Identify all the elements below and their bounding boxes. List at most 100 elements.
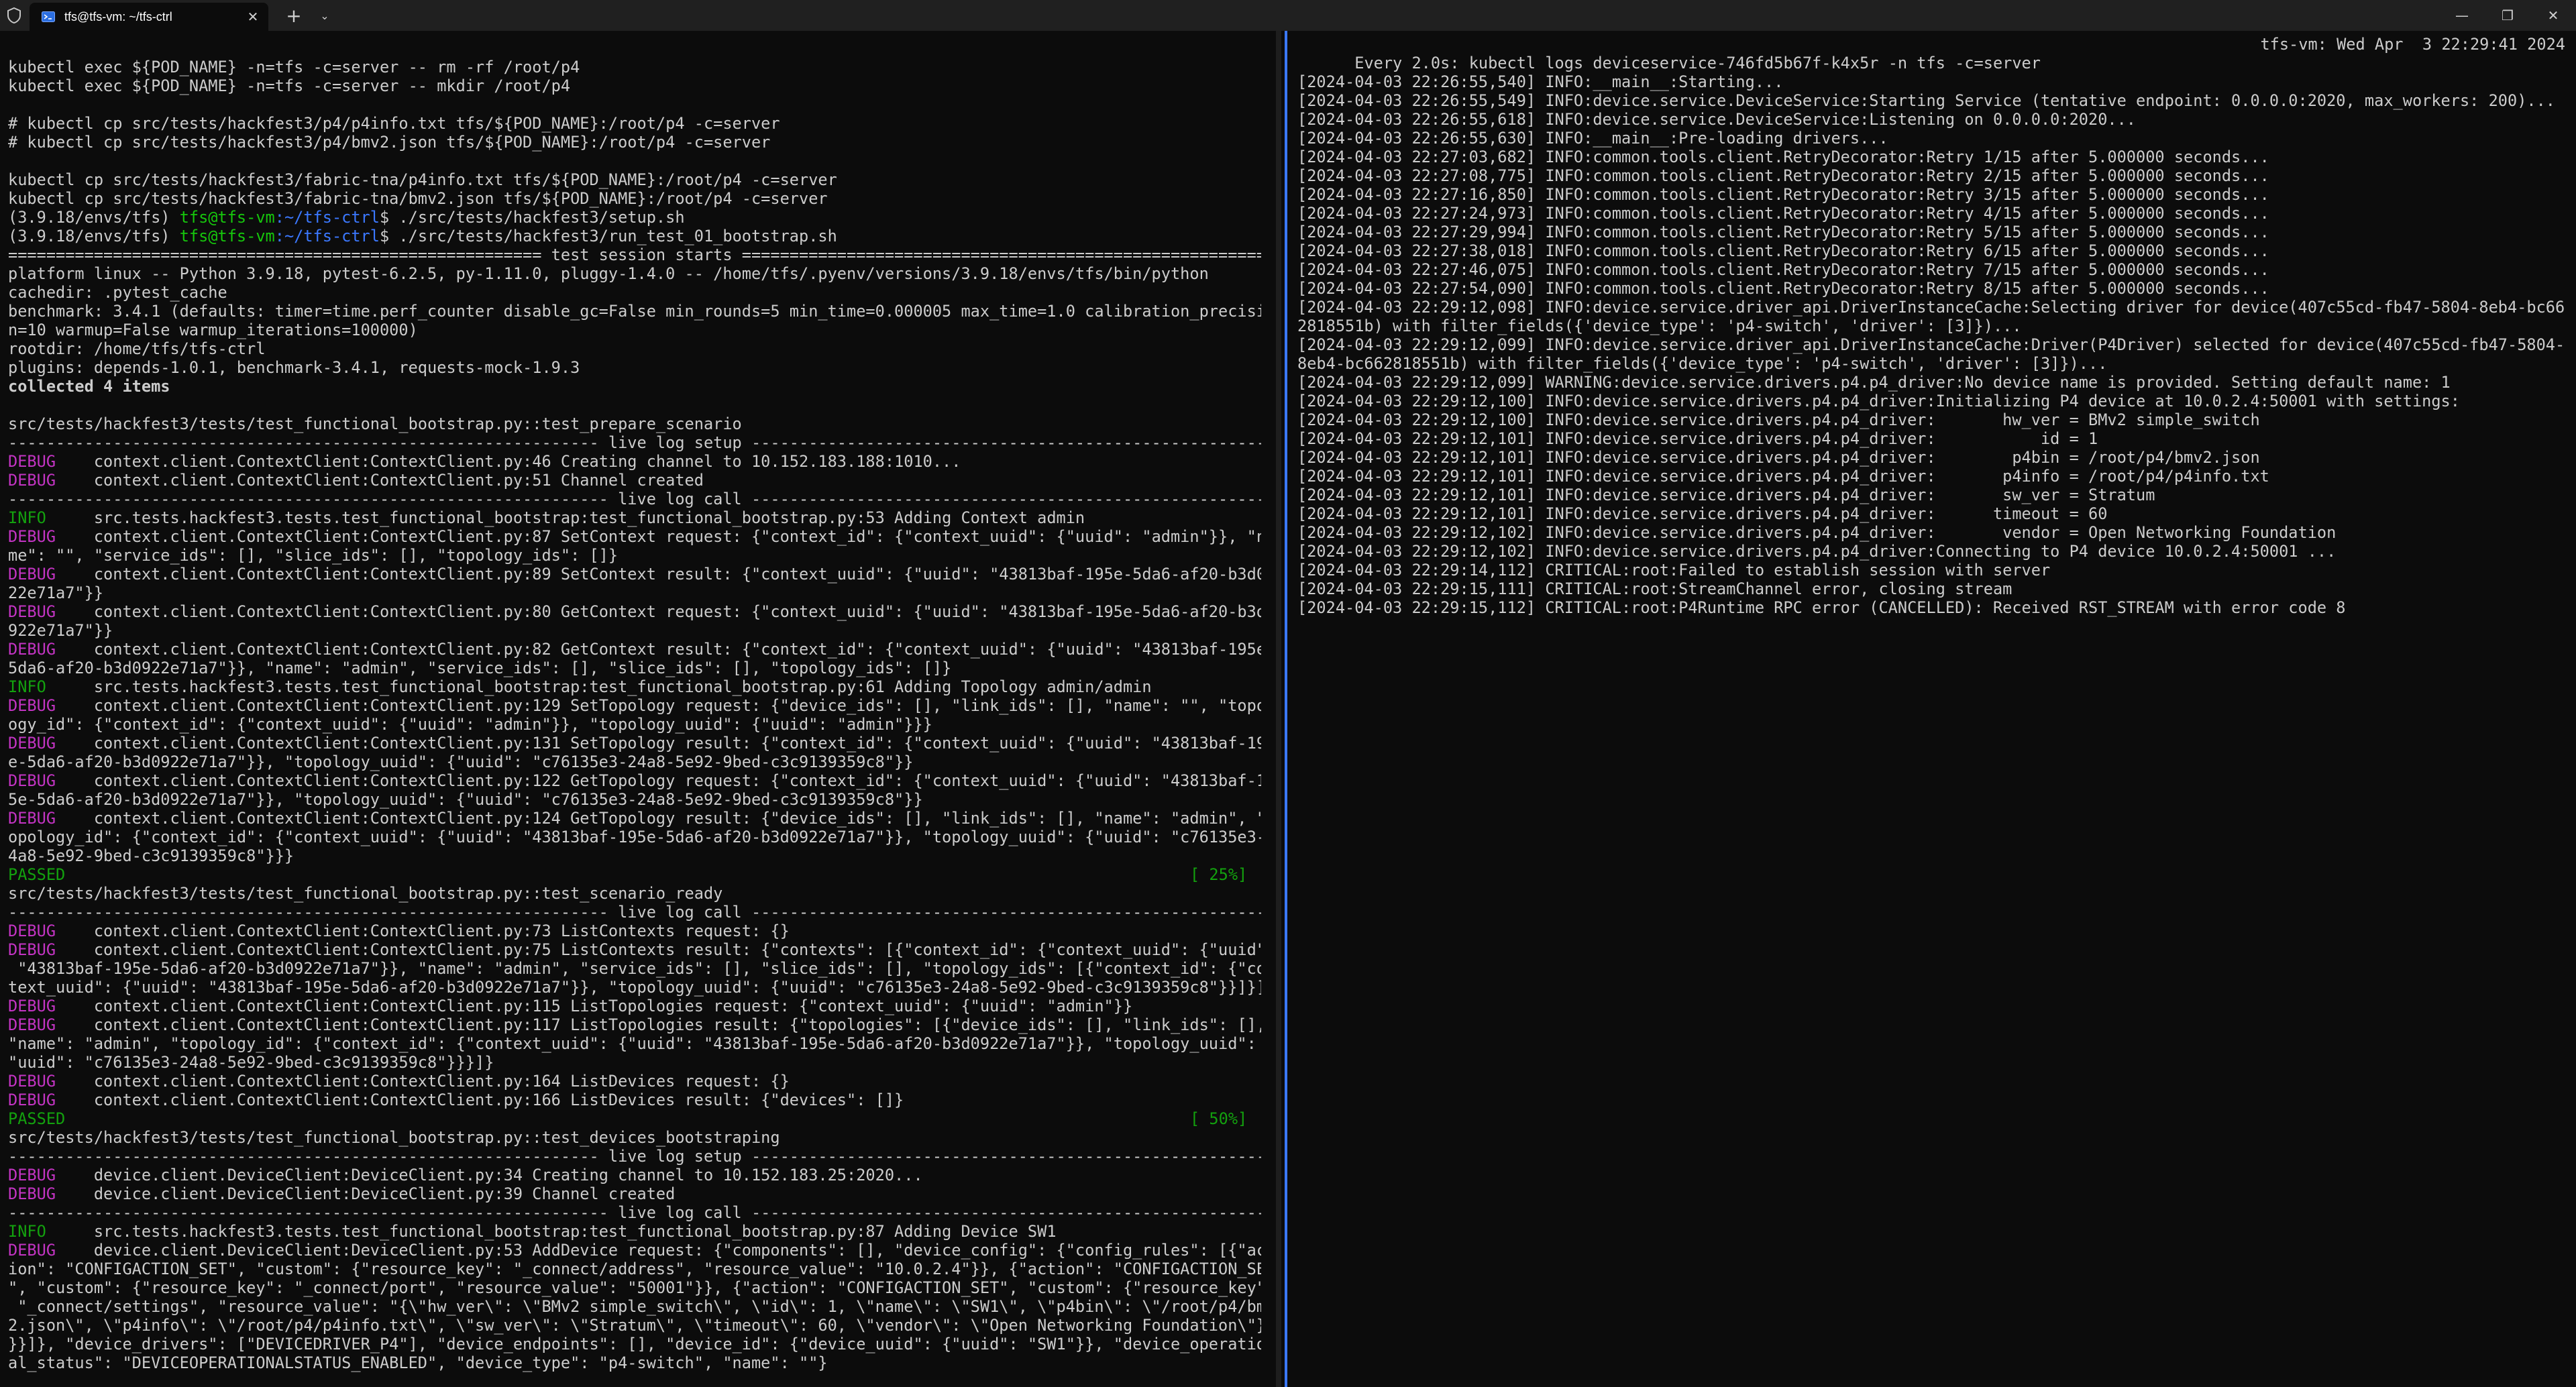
log-line: [2024-04-03 22:29:12,101] INFO:device.se… — [1297, 467, 2269, 486]
prompt-path: :~/tfs-ctrl — [274, 208, 380, 227]
terminal-line: DEBUG context.client.ContextClient:Conte… — [8, 640, 1261, 659]
log-text: ", "custom": {"resource_key": "_connect/… — [8, 1278, 1261, 1297]
log-level: INFO — [8, 677, 46, 696]
log-text: context.client.ContextClient:ContextClie… — [56, 471, 704, 490]
terminal-line: INFO src.tests.hackfest3.tests.test_func… — [8, 1222, 1261, 1241]
log-level: DEBUG — [8, 771, 56, 790]
log-text: src/tests/hackfest3/tests/test_functiona… — [8, 1128, 780, 1147]
terminal-line: 2.json\", \"p4info\": \"/root/p4/p4info.… — [8, 1316, 1261, 1335]
close-button[interactable]: ✕ — [2530, 0, 2576, 31]
minimize-button[interactable]: — — [2439, 0, 2485, 31]
restore-button[interactable]: ❐ — [2485, 0, 2530, 31]
left-terminal-pane[interactable]: kubectl exec ${POD_NAME} -n=tfs -c=serve… — [0, 31, 1283, 1387]
log-text: context.client.ContextClient:ContextClie… — [56, 771, 1261, 790]
log-line: [2024-04-03 22:29:12,100] INFO:device.se… — [1297, 410, 2260, 429]
prompt-user: tfs@tfs-vm — [179, 208, 275, 227]
log-text: # kubectl cp src/tests/hackfest3/p4/p4in… — [8, 114, 780, 133]
log-text: 2.json\", \"p4info\": \"/root/p4/p4info.… — [8, 1316, 1261, 1335]
log-text: src.tests.hackfest3.tests.test_functiona… — [46, 508, 1085, 527]
terminal-line: (3.9.18/envs/tfs) tfs@tfs-vm:~/tfs-ctrl$… — [8, 208, 1261, 227]
terminal-line: 22e71a7"}} — [8, 584, 1261, 602]
log-line: [2024-04-03 22:29:12,101] INFO:device.se… — [1297, 486, 2155, 504]
pane-divider-line — [1285, 31, 1287, 1387]
log-text: "uuid": "c76135e3-24a8-5e92-9bed-c3c9139… — [8, 1053, 494, 1072]
terminal-line: (3.9.18/envs/tfs) tfs@tfs-vm:~/tfs-ctrl$… — [8, 227, 1261, 245]
window-titlebar: tfs@tfs-vm: ~/tfs-ctrl ✕ + ⌄ — ❐ ✕ — [0, 0, 2576, 31]
log-line: 2818551b) with filter_fields({'device_ty… — [1297, 317, 2022, 335]
log-line: [2024-04-03 22:26:55,630] INFO:__main__:… — [1297, 129, 1888, 148]
terminal-line: collected 4 items — [8, 377, 1261, 396]
log-text: 22e71a7"}} — [8, 584, 104, 602]
terminal-line: al_status": "DEVICEOPERATIONALSTATUS_ENA… — [8, 1353, 1261, 1372]
terminal-line: ----------------------------------------… — [8, 1203, 1261, 1222]
new-tab-button[interactable]: + — [282, 5, 306, 27]
log-text: ----------------------------------------… — [8, 490, 1261, 508]
log-text: collected 4 items — [8, 377, 170, 396]
log-text: device.client.DeviceClient:DeviceClient.… — [56, 1184, 676, 1203]
terminal-line: }}]}, "device_drivers": ["DEVICEDRIVER_P… — [8, 1335, 1261, 1353]
terminal-line: opology_id": {"context_id": {"context_uu… — [8, 828, 1261, 846]
terminal-line: 4a8-5e92-9bed-c3c9139359c8"}}} — [8, 846, 1261, 865]
log-level: DEBUG — [8, 696, 56, 715]
log-text: src/tests/hackfest3/tests/test_functiona… — [8, 884, 723, 903]
log-text: }}]}, "device_drivers": ["DEVICEDRIVER_P… — [8, 1335, 1261, 1353]
terminal-line: ----------------------------------------… — [8, 433, 1261, 452]
log-line: [2024-04-03 22:27:46,075] INFO:common.to… — [1297, 260, 2269, 279]
log-line: [2024-04-03 22:27:54,090] INFO:common.to… — [1297, 279, 2269, 298]
terminal-line: DEBUG context.client.ContextClient:Conte… — [8, 771, 1261, 790]
pane-divider[interactable] — [1283, 31, 1289, 1387]
terminal-line: DEBUG device.client.DeviceClient:DeviceC… — [8, 1166, 1261, 1184]
log-line: [2024-04-03 22:29:12,099] WARNING:device… — [1297, 373, 2451, 392]
log-line: [2024-04-03 22:27:38,018] INFO:common.to… — [1297, 241, 2269, 260]
log-text: context.client.ContextClient:ContextClie… — [56, 940, 1261, 959]
prompt-env: (3.9.18/envs/tfs) — [8, 208, 180, 227]
log-level: DEBUG — [8, 565, 56, 584]
log-text: src.tests.hackfest3.tests.test_functiona… — [46, 677, 1152, 696]
chevron-down-icon[interactable]: ⌄ — [315, 5, 334, 27]
terminal-line: DEBUG context.client.ContextClient:Conte… — [8, 527, 1261, 546]
log-line: [2024-04-03 22:29:12,101] INFO:device.se… — [1297, 504, 2108, 523]
terminal-line: kubectl cp src/tests/hackfest3/fabric-tn… — [8, 189, 1261, 208]
right-terminal-pane[interactable]: Every 2.0s: kubectl logs deviceservice-7… — [1289, 31, 2576, 1387]
log-text: benchmark: 3.4.1 (defaults: timer=time.p… — [8, 302, 1261, 321]
terminal-line: src/tests/hackfest3/tests/test_functiona… — [8, 414, 1261, 433]
terminal-line: DEBUG context.client.ContextClient:Conte… — [8, 1072, 1261, 1091]
log-line: [2024-04-03 22:29:15,111] CRITICAL:root:… — [1297, 579, 2012, 598]
watch-command: Every 2.0s: kubectl logs deviceservice-7… — [1354, 54, 2041, 72]
log-line: [2024-04-03 22:29:14,112] CRITICAL:root:… — [1297, 561, 2051, 579]
log-line: [2024-04-03 22:27:29,994] INFO:common.to… — [1297, 223, 2269, 241]
terminal-line: ion": "CONFIGACTION_SET", "custom": {"re… — [8, 1260, 1261, 1278]
terminal-line: "43813baf-195e-5da6-af20-b3d0922e71a7"}}… — [8, 959, 1261, 978]
left-pane-scrollbar[interactable] — [1276, 31, 1281, 1387]
log-text: cachedir: .pytest_cache — [8, 283, 227, 302]
shield-icon[interactable] — [7, 7, 21, 23]
terminal-line: kubectl cp src/tests/hackfest3/fabric-tn… — [8, 170, 1261, 189]
tab-close-icon[interactable]: ✕ — [244, 8, 262, 25]
log-level: DEBUG — [8, 527, 56, 546]
log-text: context.client.ContextClient:ContextClie… — [56, 1072, 790, 1091]
watch-host-time: tfs-vm: Wed Apr 3 22:29:41 2024 — [2260, 35, 2565, 54]
log-line: [2024-04-03 22:27:08,775] INFO:common.to… — [1297, 166, 2269, 185]
terminal-line: ----------------------------------------… — [8, 1147, 1261, 1166]
log-text: platform linux -- Python 3.9.18, pytest-… — [8, 264, 1209, 283]
terminal-line: DEBUG context.client.ContextClient:Conte… — [8, 734, 1261, 753]
log-text: device.client.DeviceClient:DeviceClient.… — [56, 1241, 1261, 1260]
right-terminal-output: Every 2.0s: kubectl logs deviceservice-7… — [1297, 35, 2565, 617]
log-text: context.client.ContextClient:ContextClie… — [56, 565, 1261, 584]
log-text: 4a8-5e92-9bed-c3c9139359c8"}}} — [8, 846, 294, 865]
terminal-line: DEBUG device.client.DeviceClient:DeviceC… — [8, 1184, 1261, 1203]
log-text: me": "", "service_ids": [], "slice_ids":… — [8, 546, 619, 565]
log-line: [2024-04-03 22:29:12,100] INFO:device.se… — [1297, 392, 2460, 410]
log-text: context.client.ContextClient:ContextClie… — [56, 452, 961, 471]
log-level: DEBUG — [8, 922, 56, 940]
terminal-line: DEBUG context.client.ContextClient:Conte… — [8, 997, 1261, 1015]
test-progress-percent: [ 50%] — [1190, 1109, 1248, 1128]
log-line: [2024-04-03 22:26:55,618] INFO:device.se… — [1297, 110, 2137, 129]
log-text: ----------------------------------------… — [8, 433, 1261, 452]
terminal-tab[interactable]: tfs@tfs-vm: ~/tfs-ctrl ✕ — [30, 3, 268, 31]
log-text: ----------------------------------------… — [8, 903, 1261, 922]
terminal-line: src/tests/hackfest3/tests/test_functiona… — [8, 1128, 1261, 1147]
log-text: device.client.DeviceClient:DeviceClient.… — [56, 1166, 923, 1184]
terminal-line: src/tests/hackfest3/tests/test_functiona… — [8, 884, 1261, 903]
